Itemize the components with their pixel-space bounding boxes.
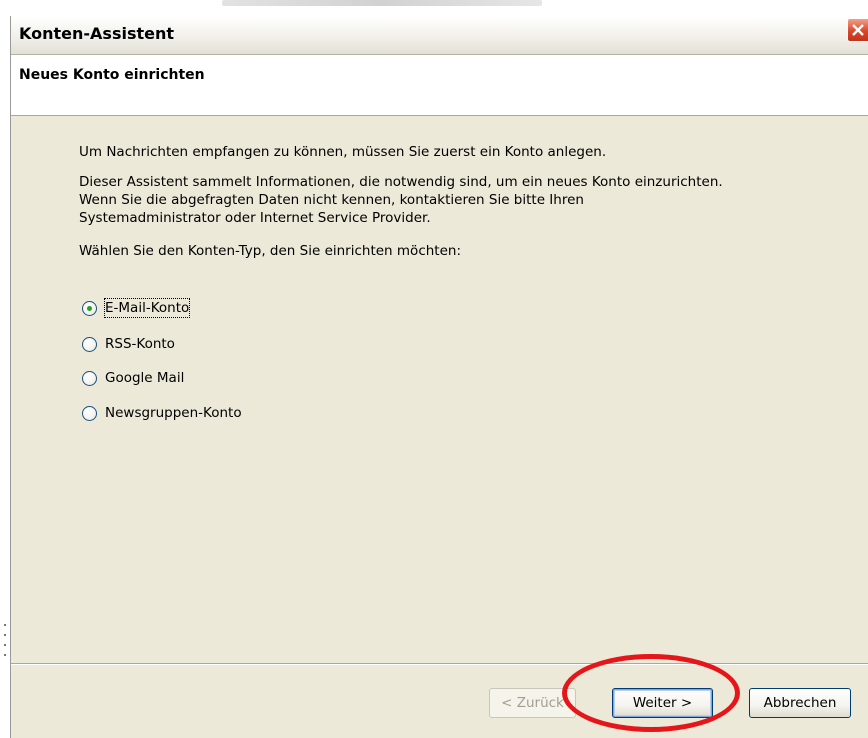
intro-text: Um Nachrichten empfangen zu können, müss… — [79, 144, 607, 160]
wizard-content: Um Nachrichten empfangen zu können, müss… — [11, 116, 868, 662]
background-blur — [222, 0, 542, 6]
close-button[interactable] — [847, 18, 868, 42]
account-wizard-dialog: Konten-Assistent Neues Konto einrichten … — [10, 16, 868, 738]
cancel-button[interactable]: Abbrechen — [749, 688, 851, 718]
info-line: Systemadministrator oder Internet Servic… — [79, 210, 431, 226]
wizard-header: Neues Konto einrichten — [11, 55, 868, 116]
radio-button[interactable] — [82, 337, 97, 352]
info-text: Dieser Assistent sammelt Informationen, … — [79, 173, 839, 227]
back-button[interactable]: < Zurück — [489, 688, 576, 718]
radio-label[interactable]: E-Mail-Konto — [103, 298, 191, 318]
window-title: Konten-Assistent — [19, 24, 175, 43]
radio-label[interactable]: Newsgruppen-Konto — [105, 404, 242, 422]
radio-label[interactable]: Google Mail — [105, 369, 184, 387]
info-line: Wenn Sie die abgefragten Daten nicht ken… — [79, 192, 584, 208]
button-separator — [11, 663, 868, 665]
close-icon — [852, 24, 864, 36]
background-strip — [0, 0, 868, 16]
radio-button[interactable] — [82, 371, 97, 386]
radio-selected-dot — [87, 306, 92, 311]
radio-button[interactable] — [82, 406, 97, 421]
account-type-prompt: Wählen Sie den Konten-Typ, den Sie einri… — [79, 243, 461, 259]
next-button[interactable]: Weiter > — [612, 688, 713, 718]
radio-label[interactable]: RSS-Konto — [105, 335, 175, 353]
page-heading: Neues Konto einrichten — [19, 67, 205, 83]
left-edge-marks — [2, 624, 8, 664]
title-bar: Konten-Assistent — [11, 16, 868, 55]
info-line: Dieser Assistent sammelt Informationen, … — [79, 174, 723, 190]
radio-button[interactable] — [82, 301, 97, 316]
